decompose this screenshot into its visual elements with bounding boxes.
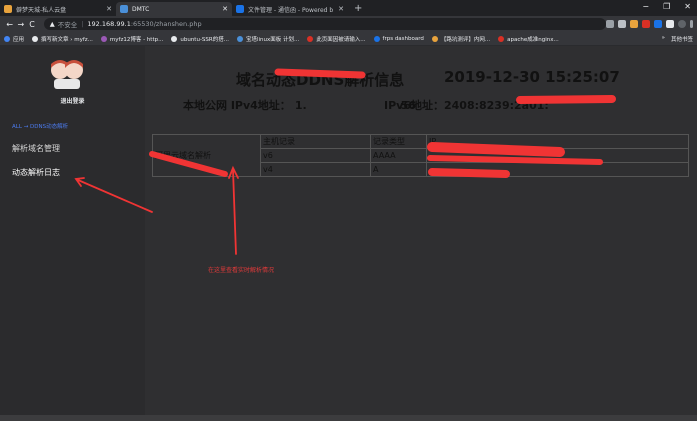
close-tab-icon[interactable]: ✕: [222, 5, 228, 13]
extension-icon[interactable]: [642, 20, 651, 28]
bookmarks-bar: 应用 撰写新文章 › myfz... myfz12博客 - http... ub…: [0, 32, 697, 46]
tab-favicon-icon: [236, 5, 244, 13]
column-header-type: 记录类型: [370, 134, 427, 149]
tab-bar: 僻梦天城-私人云盘 ✕ DMTC ✕ 文件管理 - 通信函 - Powered …: [0, 0, 697, 16]
extension-icon[interactable]: [654, 20, 663, 28]
tab-title: 僻梦天城-私人云盘: [16, 6, 67, 14]
bookmark-icon: [236, 35, 243, 42]
extension-icon[interactable]: [630, 20, 639, 28]
other-bookmarks-folder[interactable]: 其他书签: [671, 35, 693, 43]
type-cell: AAAA: [370, 148, 427, 163]
close-tab-icon[interactable]: ✕: [338, 5, 344, 13]
profile-avatar-icon[interactable]: [678, 20, 687, 28]
cloud-icon[interactable]: [666, 20, 675, 28]
insecure-label[interactable]: 不安全: [58, 19, 78, 29]
address-separator: |: [81, 20, 84, 28]
provider-cell: 阿里云域名解析: [152, 134, 261, 177]
close-window-icon[interactable]: ✕: [684, 2, 691, 11]
bookmarks-overflow: » 其他书签: [662, 35, 693, 43]
bookmark-item[interactable]: myfz12博客 - http...: [100, 35, 163, 43]
warning-icon: ▲: [49, 20, 55, 28]
bookmark-item[interactable]: 此页面因被请输入...: [307, 35, 366, 43]
table-header-row: 阿里云域名解析 主机记录 记录类型 IP: [152, 134, 689, 177]
ipv6-value: 2408:8239:2a01:: [443, 99, 549, 112]
tab-favicon-icon: [120, 5, 128, 13]
ipv4-label: 本地公网 IPv4地址：: [183, 99, 291, 112]
annotation-text: 在这里查看实时解析情况: [208, 267, 275, 274]
bookmark-icon: [171, 35, 178, 42]
breadcrumb[interactable]: ALL → DDNS动态解析: [12, 122, 68, 130]
tab-title: DMTC: [132, 5, 150, 13]
back-icon[interactable]: ←: [4, 20, 15, 29]
page-bottom-scrollbar[interactable]: [0, 415, 697, 421]
address-host: 192.168.99.1: [87, 20, 131, 28]
logout-link[interactable]: 退出登录: [0, 96, 145, 105]
forward-icon[interactable]: →: [15, 20, 26, 29]
ip-cell: [426, 162, 689, 177]
close-tab-icon[interactable]: ✕: [106, 5, 112, 13]
type-cell: A: [370, 162, 427, 177]
bookmark-icon: [100, 35, 107, 42]
page-title: 域名动态DDNS解析信息: [236, 71, 405, 89]
bookmark-item[interactable]: apache成准nginx...: [498, 35, 559, 43]
ipv6-line: IPv6地址：2408:8239:2a01:: [384, 97, 549, 113]
star-icon[interactable]: [618, 20, 627, 28]
apps-icon: [4, 35, 10, 42]
bookmark-item[interactable]: 【路坑测评】内网...: [431, 35, 490, 43]
host-cell: v4: [260, 162, 371, 177]
ipv6-label: IPv6地址：: [384, 99, 444, 112]
ip-cell: [426, 148, 689, 163]
ipv4-value: 1.: [294, 99, 307, 112]
reload-icon[interactable]: C: [26, 20, 37, 29]
new-tab-button[interactable]: +: [348, 2, 368, 16]
tab-title: 文件管理 - 通信函 - Powered b: [248, 6, 334, 14]
dns-record-table: 阿里云域名解析 主机记录 记录类型 IP v6 AAAA v4 A: [152, 134, 689, 177]
browser-tab-2[interactable]: DMTC ✕: [116, 2, 232, 16]
bookmark-item[interactable]: 宝塔linux面板 计划...: [236, 35, 299, 43]
maximize-icon[interactable]: ❐: [663, 2, 670, 11]
bookmark-item[interactable]: ubuntu-SSR的搭...: [171, 35, 229, 43]
sidebar-item-domain-management[interactable]: 解析域名管理: [12, 143, 60, 154]
sidebar-item-ddns-log[interactable]: 动态解析日志: [12, 167, 60, 178]
bookmark-icon: [498, 35, 505, 42]
bookmark-icon: [431, 35, 438, 42]
browser-tab-3[interactable]: 文件管理 - 通信函 - Powered b ✕: [232, 2, 348, 16]
address-bar[interactable]: ▲ 不安全 | 192.168.99.1 :65530/zhanshen.php: [43, 18, 607, 30]
sidebar: 退出登录 ALL → DDNS动态解析 解析域名管理 动态解析日志: [0, 46, 145, 421]
window-controls: − ❐ ✕: [642, 2, 691, 11]
address-path: :65530/zhanshen.php: [130, 20, 202, 28]
bookmark-icon: [32, 35, 39, 42]
key-icon[interactable]: [606, 20, 615, 28]
minimize-icon[interactable]: −: [642, 2, 649, 11]
browser-tab-1[interactable]: 僻梦天城-私人云盘 ✕: [0, 2, 116, 16]
bookmark-icon: [307, 35, 314, 42]
bookmark-item[interactable]: frps dashboard: [373, 35, 424, 42]
page-content: 退出登录 ALL → DDNS动态解析 解析域名管理 动态解析日志 域名动态DD…: [0, 46, 697, 421]
tab-favicon-icon: [4, 5, 12, 13]
menu-icon[interactable]: [690, 20, 694, 28]
bookmark-icon: [373, 35, 380, 42]
bookmarks-more-button[interactable]: »: [662, 35, 665, 43]
extension-icons: [606, 20, 694, 28]
bookmark-item[interactable]: 撰写新文章 › myfz...: [32, 35, 93, 43]
bookmark-item[interactable]: 应用: [4, 35, 24, 43]
page-datetime: 2019-12-30 15:25:07: [444, 68, 620, 86]
host-cell: v6: [260, 148, 371, 163]
avatar: [51, 60, 83, 89]
browser-toolbar: ← → C ▲ 不安全 | 192.168.99.1 :65530/zhansh…: [0, 16, 697, 32]
column-header-ip: IP: [426, 134, 689, 149]
column-header-host: 主机记录: [260, 134, 371, 149]
